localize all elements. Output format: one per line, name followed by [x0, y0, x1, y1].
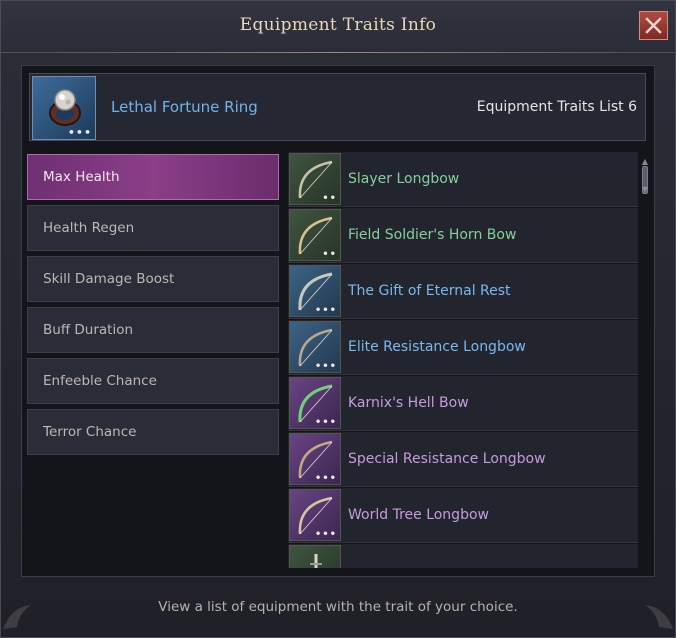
trait-health-regen[interactable]: Health Regen [27, 205, 279, 251]
equipment-slot: ••• [289, 377, 341, 429]
trait-label: Terror Chance [43, 424, 137, 440]
equipment-row[interactable]: •• Slayer Longbow [288, 152, 638, 207]
selected-item-header: ••• Lethal Fortune Ring Equipment Traits… [29, 73, 646, 141]
equipment-list: •• Slayer Longbow •• Field Soldier's Hor… [288, 152, 640, 568]
equipment-row[interactable]: ••• Special Resistance Longbow [288, 432, 638, 487]
trait-label: Enfeeble Chance [43, 373, 157, 389]
equipment-row[interactable]: ••• Karnix's Hell Bow [288, 376, 638, 431]
traits-list-label: Equipment Traits List 6 [476, 99, 637, 115]
item-name: Lethal Fortune Ring [111, 98, 258, 116]
equipment-name: Slayer Longbow [348, 171, 460, 187]
equipment-name: World Tree Longbow [348, 507, 489, 523]
equipment-name: Elite Resistance Longbow [348, 339, 526, 355]
item-options-dots: ••• [314, 529, 337, 540]
trait-label: Max Health [43, 169, 120, 185]
equipment-slot: •• [289, 209, 341, 261]
title-bar: Equipment Traits Info [1, 1, 675, 53]
item-options-dots: ••• [314, 417, 337, 428]
equipment-row[interactable] [288, 544, 638, 568]
ring-item-slot[interactable]: ••• [32, 76, 96, 140]
equipment-name: Field Soldier's Horn Bow [348, 227, 517, 243]
item-options-dots: ••• [314, 305, 337, 316]
item-options-dots: •• [322, 249, 337, 260]
dagger-icon [310, 554, 322, 568]
equipment-slot: ••• [289, 489, 341, 541]
close-button[interactable] [639, 11, 668, 40]
close-icon [645, 17, 662, 34]
equipment-slot [289, 545, 341, 568]
equipment-name: Karnix's Hell Bow [348, 395, 469, 411]
equipment-row[interactable]: ••• Elite Resistance Longbow [288, 320, 638, 375]
trait-enfeeble-chance[interactable]: Enfeeble Chance [27, 358, 279, 404]
ring-icon [49, 89, 81, 126]
equipment-name: Special Resistance Longbow [348, 451, 546, 467]
item-options-dots: •• [322, 193, 337, 204]
equipment-name: The Gift of Eternal Rest [348, 283, 511, 299]
trait-label: Buff Duration [43, 322, 134, 338]
equipment-row[interactable]: ••• The Gift of Eternal Rest [288, 264, 638, 319]
equipment-slot: ••• [289, 321, 341, 373]
trait-terror-chance[interactable]: Terror Chance [27, 409, 279, 455]
trait-skill-damage-boost[interactable]: Skill Damage Boost [27, 256, 279, 302]
trait-buff-duration[interactable]: Buff Duration [27, 307, 279, 353]
trait-label: Skill Damage Boost [43, 271, 175, 287]
content-panel: ••• Lethal Fortune Ring Equipment Traits… [21, 65, 655, 577]
trait-list: Max Health Health Regen Skill Damage Boo… [27, 154, 280, 460]
trait-label: Health Regen [43, 220, 135, 236]
equipment-slot: ••• [289, 265, 341, 317]
trait-max-health[interactable]: Max Health [27, 154, 279, 200]
equipment-slot: •• [289, 153, 341, 205]
item-options-dots: ••• [314, 361, 337, 372]
equipment-scrollbar[interactable]: ▲ ▼ [641, 158, 649, 563]
scroll-down-arrow-icon[interactable]: ▼ [641, 186, 649, 194]
footer-hint: View a list of equipment with the trait … [158, 599, 518, 615]
equipment-row[interactable]: •• Field Soldier's Horn Bow [288, 208, 638, 263]
item-options-dots: ••• [314, 473, 337, 484]
window-title: Equipment Traits Info [239, 15, 437, 35]
equipment-slot: ••• [289, 433, 341, 485]
scroll-up-arrow-icon[interactable]: ▲ [641, 158, 649, 166]
item-options-dots: ••• [67, 126, 92, 139]
equipment-row[interactable]: ••• World Tree Longbow [288, 488, 638, 543]
equipment-traits-window: Equipment Traits Info ••• Lethal Fortune… [0, 0, 676, 638]
